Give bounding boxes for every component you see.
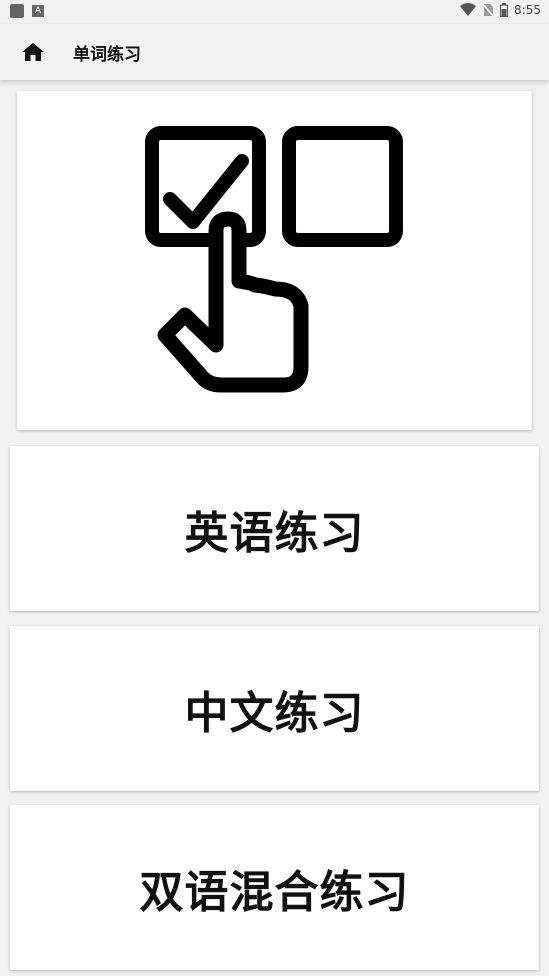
chinese-practice-button[interactable]: 中文练习 bbox=[10, 626, 539, 791]
chinese-practice-label: 中文练习 bbox=[184, 687, 365, 739]
bilingual-practice-button[interactable]: 双语混合练习 bbox=[10, 805, 539, 970]
battery-icon bbox=[500, 3, 509, 17]
home-button[interactable] bbox=[20, 40, 46, 64]
checkbox-select-hand-icon bbox=[145, 126, 403, 393]
keyboard-icon: A bbox=[32, 5, 44, 17]
hero-card bbox=[17, 91, 532, 430]
english-practice-button[interactable]: 英语练习 bbox=[10, 446, 539, 611]
clock: 8:55 bbox=[514, 3, 541, 17]
page-title: 单词练习 bbox=[73, 45, 141, 65]
home-icon bbox=[22, 43, 44, 61]
app-icon bbox=[10, 4, 24, 18]
app-bar: 单词练习 bbox=[0, 24, 549, 80]
bilingual-practice-label: 双语混合练习 bbox=[139, 866, 410, 918]
english-practice-label: 英语练习 bbox=[184, 507, 365, 559]
wifi-icon bbox=[460, 3, 477, 16]
status-bar: A 8:55 bbox=[0, 0, 549, 24]
no-sim-icon bbox=[482, 3, 494, 17]
